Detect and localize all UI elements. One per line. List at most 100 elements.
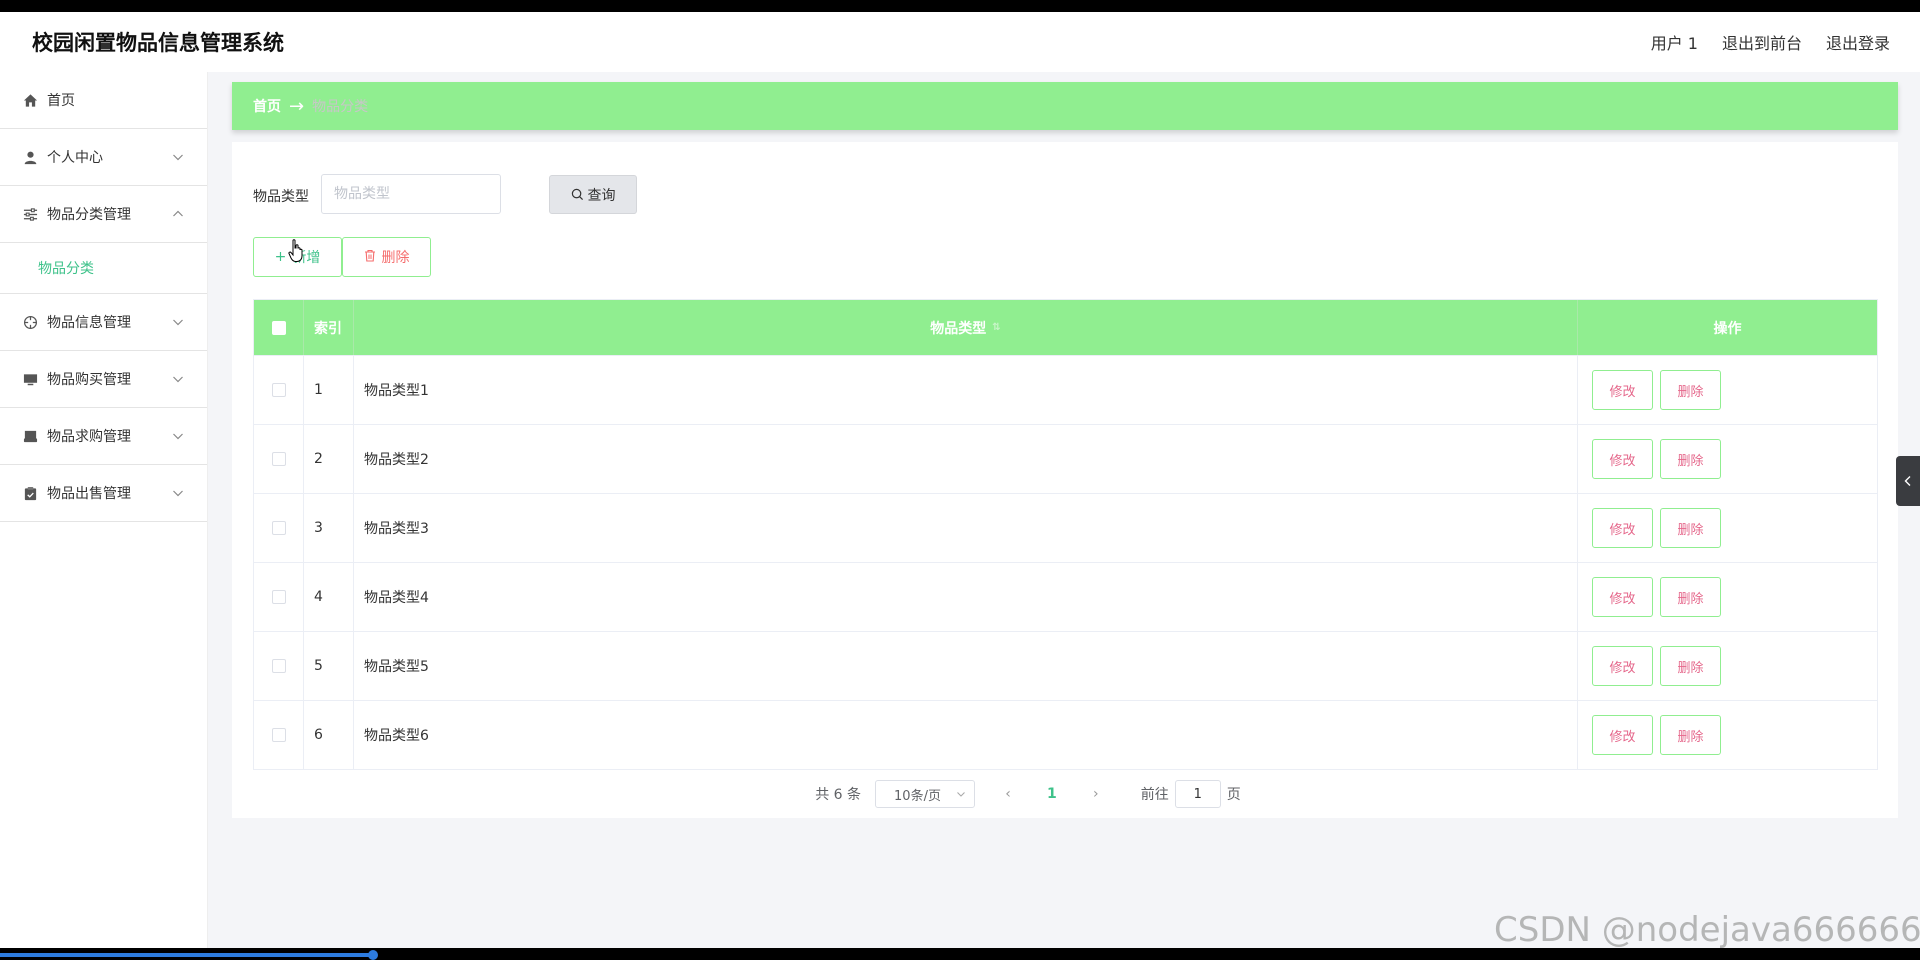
column-header-type[interactable]: 物品类型 ⇅: [354, 300, 1578, 355]
sidebar-item-item-info-management[interactable]: 物品信息管理: [0, 294, 207, 351]
row-checkbox[interactable]: [271, 659, 286, 673]
page-size-value: 10条/页: [894, 788, 941, 804]
sidebar-item-sale-management[interactable]: 物品出售管理: [0, 465, 207, 522]
row-type: 物品类型3: [354, 494, 1578, 562]
row-type: 物品类型6: [354, 701, 1578, 769]
row-type: 物品类型5: [354, 632, 1578, 700]
delete-button[interactable]: 删除: [1660, 508, 1721, 548]
exit-to-front-link[interactable]: 退出到前台: [1722, 30, 1802, 54]
row-checkbox[interactable]: [271, 590, 286, 604]
table-header: 索引 物品类型 ⇅ 操作: [254, 300, 1877, 355]
row-index: 2: [304, 425, 354, 493]
crosshair-icon: [22, 314, 38, 330]
side-panel-toggle[interactable]: [1896, 456, 1920, 506]
sidebar-item-category-management[interactable]: 物品分类管理: [0, 186, 207, 243]
row-checkbox[interactable]: [271, 728, 286, 742]
page-number-current[interactable]: 1: [1047, 786, 1057, 802]
select-all-checkbox[interactable]: [271, 320, 286, 335]
batch-delete-button[interactable]: 删除: [342, 237, 431, 277]
category-table: 索引 物品类型 ⇅ 操作 1 物品类型1 修改 删除 2 物品类型2 修改 删除…: [253, 299, 1878, 770]
sidebar-item-label: 物品求购管理: [47, 429, 131, 445]
app-title: 校园闲置物品信息管理系统: [32, 31, 284, 55]
search-label: 物品类型: [253, 189, 309, 205]
goto-page-input[interactable]: [1174, 780, 1221, 808]
sidebar-item-label: 物品信息管理: [47, 315, 131, 331]
table-row: 5 物品类型5 修改 删除: [254, 631, 1877, 700]
table-row: 6 物品类型6 修改 删除: [254, 700, 1877, 769]
user-menu[interactable]: 用户 1: [1651, 30, 1698, 54]
delete-button[interactable]: 删除: [1660, 646, 1721, 686]
chevron-down-icon: [173, 154, 183, 161]
chevron-down-icon: [173, 376, 183, 383]
goto-label: 前往: [1140, 787, 1169, 803]
edit-button[interactable]: 修改: [1592, 646, 1653, 686]
sidebar: 首页 个人中心 物品分类管理 物品分类 物品信息管理 物品购买管理 物品求购管理…: [0, 72, 208, 948]
chevron-down-icon: [173, 490, 183, 497]
row-index: 1: [304, 356, 354, 424]
sidebar-item-wanted-management[interactable]: 物品求购管理: [0, 408, 207, 465]
row-index: 3: [304, 494, 354, 562]
edit-button[interactable]: 修改: [1592, 370, 1653, 410]
logout-link[interactable]: 退出登录: [1826, 30, 1890, 54]
sort-icon[interactable]: ⇅: [992, 322, 1000, 333]
column-header-type-label: 物品类型: [930, 320, 987, 337]
breadcrumb: 首页 → 物品分类: [232, 82, 1898, 130]
row-type: 物品类型4: [354, 563, 1578, 631]
home-icon: [22, 92, 38, 108]
sidebar-item-home[interactable]: 首页: [0, 72, 207, 129]
table-row: 2 物品类型2 修改 删除: [254, 424, 1877, 493]
sidebar-item-purchase-management[interactable]: 物品购买管理: [0, 351, 207, 408]
sidebar-item-personal-center[interactable]: 个人中心: [0, 129, 207, 186]
row-type: 物品类型2: [354, 425, 1578, 493]
edit-button[interactable]: 修改: [1592, 577, 1653, 617]
sidebar-item-label: 个人中心: [47, 150, 103, 166]
query-button[interactable]: 查询: [549, 175, 637, 214]
edit-button[interactable]: 修改: [1592, 508, 1653, 548]
sidebar-item-label: 物品购买管理: [47, 372, 131, 388]
breadcrumb-home[interactable]: 首页: [253, 96, 281, 116]
row-index: 6: [304, 701, 354, 769]
column-header-index: 索引: [304, 300, 354, 355]
breadcrumb-current: 物品分类: [312, 99, 369, 115]
query-button-label: 查询: [587, 187, 616, 204]
main-panel: 物品类型 查询 + 新增 删除 索引 物品类型 ⇅ 操作: [232, 142, 1898, 818]
table-row: 3 物品类型3 修改 删除: [254, 493, 1877, 562]
row-index: 4: [304, 563, 354, 631]
edit-button[interactable]: 修改: [1592, 715, 1653, 755]
chevron-left-icon: [1904, 476, 1911, 486]
chevron-up-icon: [173, 210, 183, 217]
hand-cursor-icon: [288, 239, 303, 262]
search-icon: [571, 188, 583, 201]
chevron-down-icon: [957, 792, 965, 797]
pagination-total: 共 6 条: [815, 787, 862, 803]
app-window: 校园闲置物品信息管理系统 用户 1 退出到前台 退出登录 首页 个人中心 物品分…: [0, 12, 1920, 948]
page-size-select[interactable]: 10条/页: [875, 780, 976, 808]
edit-button[interactable]: 修改: [1592, 439, 1653, 479]
delete-button[interactable]: 删除: [1660, 370, 1721, 410]
prev-page-button[interactable]: ‹: [999, 786, 1017, 802]
row-checkbox[interactable]: [271, 383, 286, 397]
row-index: 5: [304, 632, 354, 700]
video-progress-handle[interactable]: [368, 950, 378, 960]
search-input[interactable]: [321, 174, 501, 214]
printer-icon: [22, 428, 38, 444]
delete-button-label: 删除: [381, 250, 410, 266]
sidebar-subitem-category[interactable]: 物品分类: [0, 243, 207, 294]
chevron-down-icon: [173, 433, 183, 440]
watermark: CSDN @nodejava666666: [1494, 910, 1920, 948]
delete-button[interactable]: 删除: [1660, 439, 1721, 479]
column-header-ops: 操作: [1713, 320, 1742, 337]
next-page-button[interactable]: ›: [1087, 786, 1105, 802]
row-checkbox[interactable]: [271, 452, 286, 466]
video-progress-bar: [0, 953, 373, 957]
pagination: 共 6 条 10条/页 ‹ 1 › 前往 页: [195, 780, 1861, 808]
row-checkbox[interactable]: [271, 521, 286, 535]
delete-button[interactable]: 删除: [1660, 715, 1721, 755]
delete-button[interactable]: 删除: [1660, 577, 1721, 617]
chevron-down-icon: [173, 319, 183, 326]
breadcrumb-arrow: →: [289, 95, 305, 117]
sidebar-item-label: 首页: [47, 93, 75, 109]
table-row: 4 物品类型4 修改 删除: [254, 562, 1877, 631]
trash-icon: [364, 249, 376, 266]
plus-icon: +: [274, 249, 287, 265]
